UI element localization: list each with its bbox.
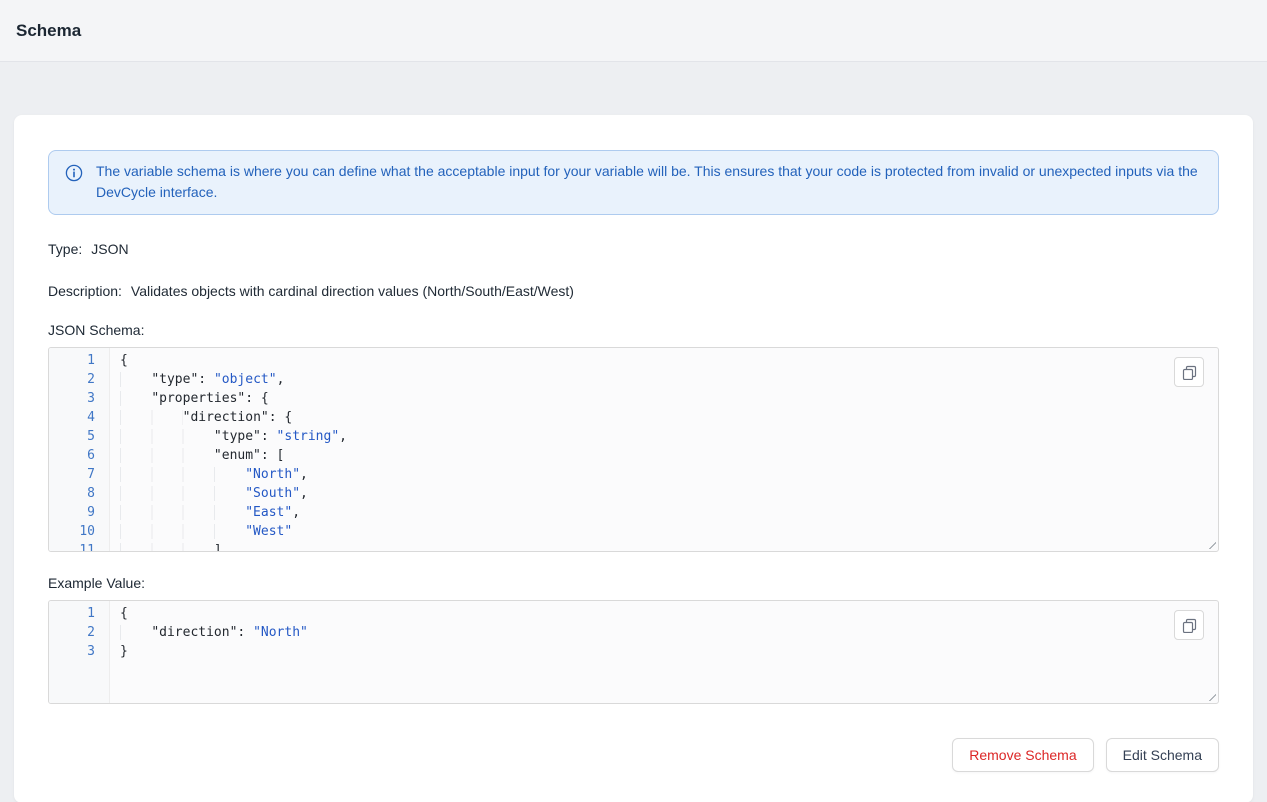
code-text: "direction": { — [110, 408, 292, 427]
type-value: JSON — [91, 241, 128, 257]
remove-schema-button[interactable]: Remove Schema — [952, 738, 1093, 772]
code-text: "type": "string", — [110, 427, 347, 446]
code-text: "South", — [110, 484, 308, 503]
code-line: 3} — [49, 642, 1218, 661]
type-label: Type: — [48, 241, 82, 257]
code-line: 5 "type": "string", — [49, 427, 1218, 446]
code-line: 2 "type": "object", — [49, 370, 1218, 389]
code-line: 2 "direction": "North" — [49, 623, 1218, 642]
code-text: "type": "object", — [110, 370, 284, 389]
code-text: { — [110, 604, 128, 623]
code-line: 4 "direction": { — [49, 408, 1218, 427]
code-line: 6 "enum": [ — [49, 446, 1218, 465]
line-number: 8 — [49, 484, 110, 503]
edit-schema-button[interactable]: Edit Schema — [1106, 738, 1219, 772]
code-line: 1{ — [49, 351, 1218, 370]
code-line: 10 "West" — [49, 522, 1218, 541]
type-row: Type: JSON — [48, 241, 1219, 257]
json-schema-label: JSON Schema: — [48, 322, 1219, 338]
example-value-editor[interactable]: 1{2 "direction": "North"3} — [48, 600, 1219, 704]
copy-icon — [1182, 618, 1197, 633]
code-text: ] — [110, 541, 222, 552]
json-schema-editor[interactable]: 1{2 "type": "object",3 "properties": {4 … — [48, 347, 1219, 552]
line-number: 10 — [49, 522, 110, 541]
line-number: 11 — [49, 541, 110, 552]
code-text: } — [110, 642, 128, 661]
line-number: 7 — [49, 465, 110, 484]
info-alert: The variable schema is where you can def… — [48, 150, 1219, 215]
schema-card: The variable schema is where you can def… — [14, 115, 1253, 802]
line-number: 2 — [49, 370, 110, 389]
info-icon — [65, 164, 83, 182]
page-title: Schema — [16, 21, 81, 41]
code-text: "West" — [110, 522, 292, 541]
description-label: Description: — [48, 283, 122, 299]
line-number: 5 — [49, 427, 110, 446]
code-lines: 1{2 "type": "object",3 "properties": {4 … — [49, 348, 1218, 552]
line-number: 3 — [49, 642, 110, 661]
code-text: "properties": { — [110, 389, 269, 408]
footer-actions: Remove Schema Edit Schema — [48, 738, 1219, 772]
code-line: 9 "East", — [49, 503, 1218, 522]
code-line: 8 "South", — [49, 484, 1218, 503]
line-number: 1 — [49, 604, 110, 623]
line-number: 4 — [49, 408, 110, 427]
code-line: 1{ — [49, 604, 1218, 623]
resize-handle[interactable] — [1204, 689, 1216, 701]
code-text: "direction": "North" — [110, 623, 308, 642]
description-value: Validates objects with cardinal directio… — [131, 283, 574, 299]
code-text: "East", — [110, 503, 300, 522]
code-line: 3 "properties": { — [49, 389, 1218, 408]
code-line: 11 ] — [49, 541, 1218, 552]
code-text: "enum": [ — [110, 446, 284, 465]
line-number: 2 — [49, 623, 110, 642]
line-number: 1 — [49, 351, 110, 370]
line-number: 6 — [49, 446, 110, 465]
copy-icon — [1182, 365, 1197, 380]
line-number: 3 — [49, 389, 110, 408]
copy-button[interactable] — [1174, 610, 1204, 640]
code-line: 7 "North", — [49, 465, 1218, 484]
example-value-label: Example Value: — [48, 575, 1219, 591]
line-number: 9 — [49, 503, 110, 522]
description-row: Description: Validates objects with cardi… — [48, 283, 1219, 299]
code-text: "North", — [110, 465, 308, 484]
page-header: Schema — [0, 0, 1267, 62]
copy-button[interactable] — [1174, 357, 1204, 387]
code-text: { — [110, 351, 128, 370]
info-alert-text: The variable schema is where you can def… — [96, 161, 1202, 203]
code-lines: 1{2 "direction": "North"3} — [49, 601, 1218, 661]
